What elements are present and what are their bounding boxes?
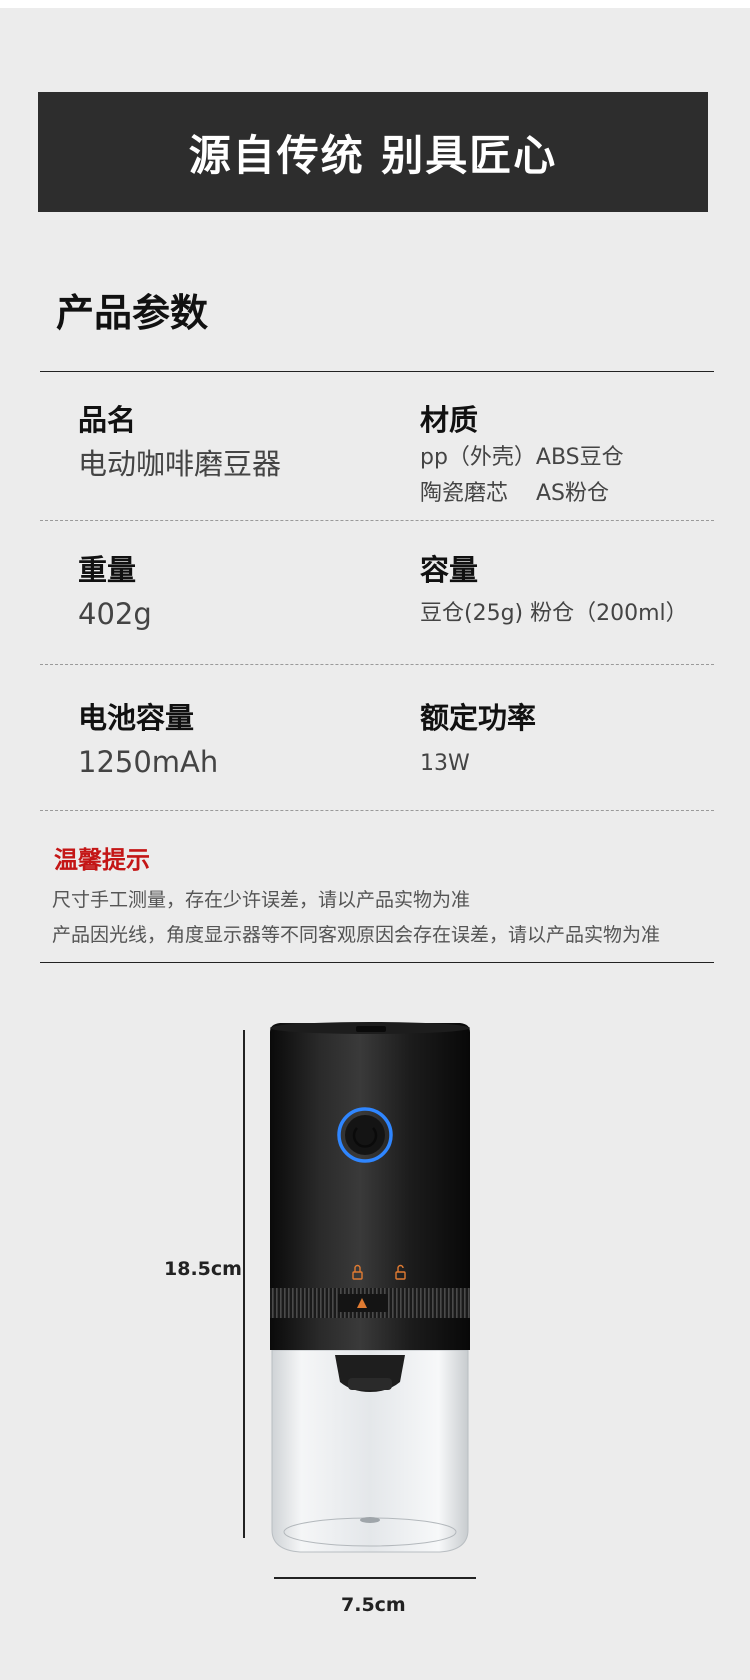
tips-title: 温馨提示 <box>54 846 150 874</box>
banner-title: 源自传统 别具匠心 <box>188 130 558 180</box>
spec-product-name: 品名 电动咖啡磨豆器 <box>78 402 281 484</box>
spec-value: 电动咖啡磨豆器 <box>78 447 282 481</box>
width-label: 7.5cm <box>341 1594 406 1616</box>
divider-top <box>40 371 714 372</box>
section-title: 产品参数 <box>56 291 209 335</box>
spec-label: 容量 <box>420 553 479 587</box>
tips-line: 尺寸手工测量，存在少许误差，请以产品实物为准 <box>52 889 471 911</box>
spec-value-line: 陶瓷磨芯 AS粉仓 <box>420 481 609 506</box>
divider-dashed <box>40 810 714 811</box>
spec-value: 13W <box>420 751 470 776</box>
divider-dashed <box>40 520 714 521</box>
spec-label: 品名 <box>78 403 137 437</box>
spec-capacity: 容量 豆仓(25g) 粉仓（200ml） <box>420 552 688 632</box>
grinder-illustration <box>270 1022 470 1553</box>
spec-value-line: pp（外壳）ABS豆仓 <box>420 445 624 470</box>
spec-power: 额定功率 13W <box>420 700 536 782</box>
spec-label: 电池容量 <box>78 701 195 735</box>
spec-value: 豆仓(25g) 粉仓（200ml） <box>420 601 688 626</box>
hero-banner: 源自传统 别具匠心 <box>38 92 708 212</box>
spec-weight: 重量 402g <box>78 552 152 634</box>
top-strip <box>0 0 750 8</box>
spec-battery: 电池容量 1250mAh <box>78 700 218 782</box>
spec-label: 额定功率 <box>420 701 537 735</box>
spec-label: 重量 <box>78 553 137 587</box>
tips-line: 产品因光线，角度显示器等不同客观原因会存在误差，请以产品实物为准 <box>52 924 661 946</box>
height-label: 18.5cm <box>164 1258 242 1280</box>
height-measure-line <box>243 1030 245 1538</box>
coffee-grinder-image <box>260 1020 480 1560</box>
spec-label: 材质 <box>420 403 479 437</box>
width-measure-line <box>274 1577 476 1579</box>
spec-material: 材质 pp（外壳）ABS豆仓 陶瓷磨芯 AS粉仓 <box>420 402 624 512</box>
divider-bottom <box>40 962 714 963</box>
spec-value: 1250mAh <box>78 745 219 779</box>
spec-value: 402g <box>78 597 152 631</box>
divider-dashed <box>40 664 714 665</box>
